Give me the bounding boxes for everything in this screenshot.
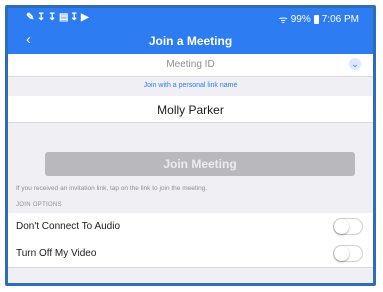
- option-label: Turn Off My Video: [16, 248, 97, 259]
- app-frame: ✎ ↧ ↧ ▤ ↧ ▶ ᯤ 99% 7:06 PM ‹ Join a Meeti…: [5, 5, 376, 286]
- notification-icons: ✎ ↧ ↧ ▤ ↧ ▶: [26, 12, 89, 23]
- toggle-knob: [334, 219, 349, 234]
- meeting-id-input[interactable]: Meeting ID ⌄: [8, 54, 373, 77]
- nav-bar: ‹ Join a Meeting: [8, 28, 373, 54]
- join-options-header: JOIN OPTIONS: [16, 202, 62, 208]
- display-name-value: Molly Parker: [157, 103, 224, 117]
- audio-toggle[interactable]: [333, 218, 363, 235]
- toggle-knob: [334, 246, 349, 261]
- personal-link-button[interactable]: Join with a personal link name: [8, 82, 373, 89]
- chevron-down-icon[interactable]: ⌄: [349, 58, 361, 70]
- wifi-icon: ᯤ: [278, 15, 288, 26]
- option-label: Don't Connect To Audio: [16, 221, 121, 232]
- clock: 7:06 PM: [321, 13, 359, 25]
- battery-icon: [313, 14, 319, 24]
- display-name-field[interactable]: Molly Parker: [8, 96, 373, 123]
- video-toggle[interactable]: [333, 245, 363, 262]
- option-row-video: Turn Off My Video: [8, 240, 373, 268]
- tool-icon: ✎: [26, 12, 35, 23]
- image-icon: ▤: [59, 12, 69, 23]
- battery-percent: 99%: [290, 13, 311, 25]
- download-icon: ↧: [37, 12, 46, 23]
- status-right: ᯤ 99% 7:06 PM: [278, 12, 359, 27]
- download-icon: ↧: [48, 12, 57, 23]
- join-meeting-button[interactable]: Join Meeting: [45, 152, 355, 176]
- status-bar: ✎ ↧ ↧ ▤ ↧ ▶ ᯤ 99% 7:06 PM: [8, 8, 373, 28]
- invitation-hint: If you received an invitation link, tap …: [16, 185, 208, 192]
- page-title: Join a Meeting: [148, 34, 233, 48]
- download-icon: ↧: [70, 12, 79, 23]
- option-row-audio: Don't Connect To Audio: [8, 213, 373, 241]
- play-icon: ▶: [81, 12, 89, 23]
- meeting-id-placeholder: Meeting ID: [166, 59, 215, 70]
